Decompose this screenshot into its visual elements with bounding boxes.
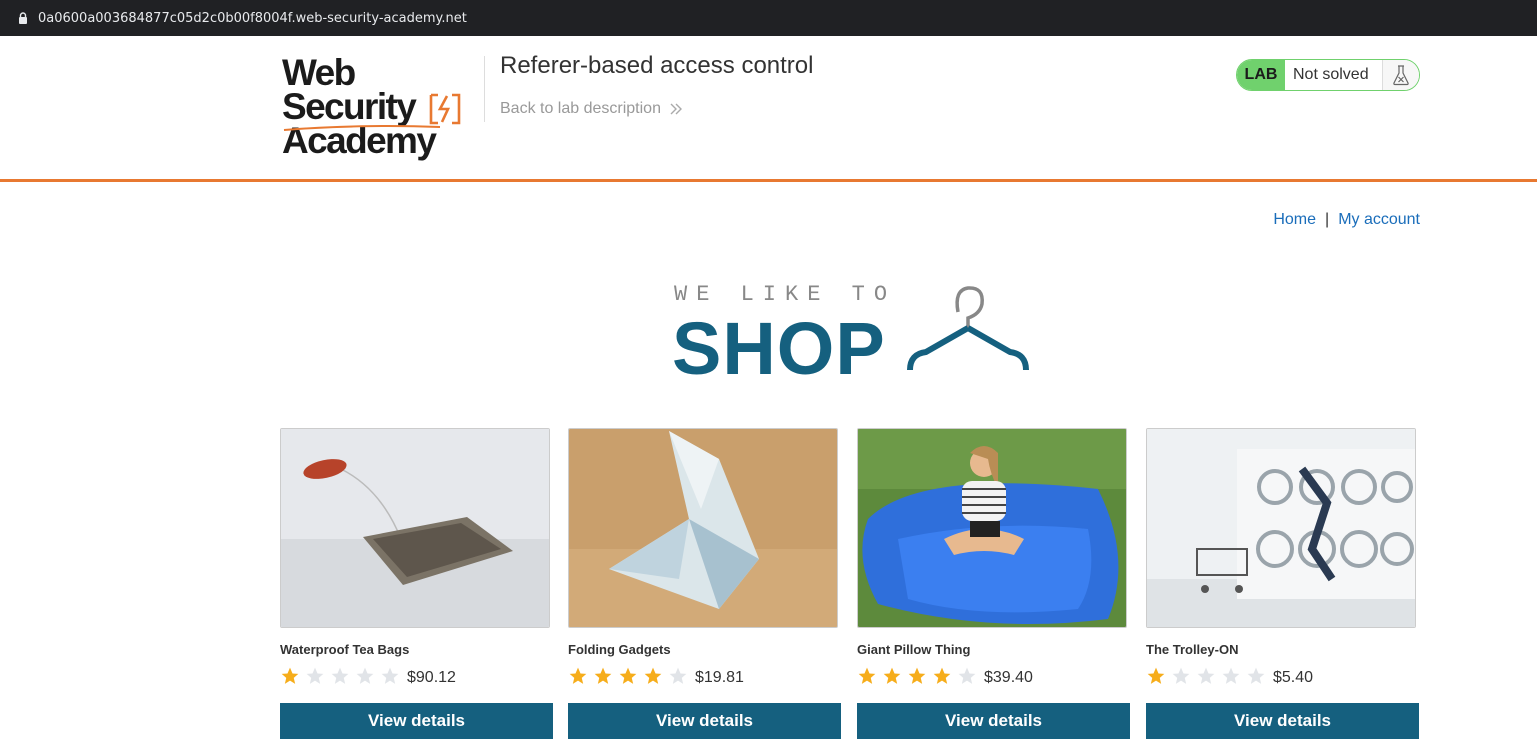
product-card: The Trolley-ON $5.40 View details bbox=[1146, 428, 1420, 739]
star-empty-icon bbox=[958, 667, 976, 684]
star-empty-icon bbox=[356, 667, 374, 684]
browser-address-bar[interactable]: 0a0600a003684877c05d2c0b00f8004f.web-sec… bbox=[0, 0, 1537, 36]
banner-tagline: WE LIKE TO bbox=[674, 282, 897, 307]
back-link-label: Back to lab description bbox=[500, 100, 661, 117]
my-account-link[interactable]: My account bbox=[1338, 211, 1420, 229]
header-divider bbox=[484, 56, 485, 122]
lab-status-text: Not solved bbox=[1285, 60, 1383, 90]
view-details-button[interactable]: View details bbox=[280, 703, 553, 739]
product-price: $90.12 bbox=[407, 669, 456, 686]
logo-swoosh-icon bbox=[283, 125, 441, 131]
product-name: Waterproof Tea Bags bbox=[280, 642, 410, 657]
star-filled-icon bbox=[908, 667, 926, 684]
star-empty-icon bbox=[669, 667, 687, 684]
lab-header: Web Security Academy Referer-based acces… bbox=[0, 36, 1537, 182]
star-empty-icon bbox=[1247, 667, 1265, 684]
view-details-button[interactable]: View details bbox=[857, 703, 1130, 739]
star-rating bbox=[857, 666, 982, 686]
product-name: The Trolley-ON bbox=[1146, 642, 1239, 657]
shop-banner: WE LIKE TO SHOP bbox=[672, 280, 1032, 390]
view-details-button[interactable]: View details bbox=[568, 703, 841, 739]
home-link[interactable]: Home bbox=[1273, 211, 1316, 229]
star-filled-icon bbox=[594, 667, 612, 684]
flask-icon bbox=[1383, 60, 1419, 90]
star-filled-icon bbox=[858, 667, 876, 684]
lab-title: Referer-based access control bbox=[500, 52, 814, 79]
product-rating: $39.40 bbox=[857, 664, 1131, 688]
origami-bird-image bbox=[568, 428, 838, 628]
star-empty-icon bbox=[1172, 667, 1190, 684]
star-filled-icon bbox=[1147, 667, 1165, 684]
view-details-button[interactable]: View details bbox=[1146, 703, 1419, 739]
girl-on-blue-pillow-image bbox=[857, 428, 1127, 628]
star-filled-icon bbox=[281, 667, 299, 684]
product-name: Folding Gadgets bbox=[568, 642, 671, 657]
star-filled-icon bbox=[569, 667, 587, 684]
lab-tag: LAB bbox=[1237, 60, 1285, 90]
star-empty-icon bbox=[1222, 667, 1240, 684]
product-price: $5.40 bbox=[1273, 669, 1314, 686]
star-filled-icon bbox=[619, 667, 637, 684]
product-rating: $5.40 bbox=[1146, 664, 1420, 688]
laundromat-image bbox=[1146, 428, 1416, 628]
product-price: $19.81 bbox=[695, 669, 744, 686]
star-rating bbox=[568, 666, 693, 686]
banner-shop-word: SHOP bbox=[672, 307, 886, 390]
star-empty-icon bbox=[381, 667, 399, 684]
star-filled-icon bbox=[883, 667, 901, 684]
url-text: 0a0600a003684877c05d2c0b00f8004f.web-sec… bbox=[38, 10, 467, 26]
top-navigation: Home | My account bbox=[1273, 211, 1420, 229]
star-rating bbox=[1146, 666, 1271, 686]
product-grid: Waterproof Tea Bags $90.12 View details bbox=[280, 428, 1420, 755]
clothes-hanger-icon bbox=[907, 286, 1029, 371]
product-rating: $19.81 bbox=[568, 664, 842, 688]
product-card: Folding Gadgets $19.81 View details bbox=[568, 428, 842, 739]
lab-status-widget: LAB Not solved bbox=[1236, 59, 1420, 91]
star-rating bbox=[280, 666, 405, 686]
lock-icon bbox=[19, 12, 27, 24]
back-to-lab-description-link[interactable]: Back to lab description bbox=[500, 100, 683, 118]
product-card: Giant Pillow Thing $39.40 View details bbox=[857, 428, 1131, 739]
star-empty-icon bbox=[331, 667, 349, 684]
logo-bolt-icon bbox=[429, 93, 461, 125]
product-rating: $90.12 bbox=[280, 664, 554, 688]
star-filled-icon bbox=[644, 667, 662, 684]
product-name: Giant Pillow Thing bbox=[857, 642, 971, 657]
product-price: $39.40 bbox=[984, 669, 1033, 686]
tea-bag-image bbox=[280, 428, 550, 628]
star-empty-icon bbox=[1197, 667, 1215, 684]
nav-separator: | bbox=[1325, 211, 1330, 228]
star-empty-icon bbox=[306, 667, 324, 684]
product-card: Waterproof Tea Bags $90.12 View details bbox=[280, 428, 554, 739]
web-security-academy-logo[interactable]: Web Security Academy bbox=[282, 54, 482, 159]
double-chevron-right-icon bbox=[670, 103, 682, 115]
star-filled-icon bbox=[933, 667, 951, 684]
